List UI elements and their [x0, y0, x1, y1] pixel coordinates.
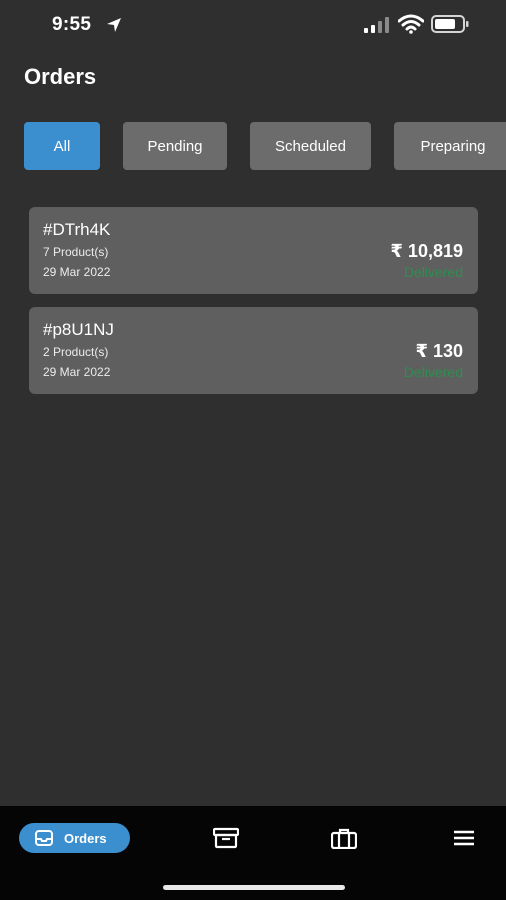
- order-amount: ₹ 130: [415, 341, 463, 361]
- order-amount: ₹ 10,819: [390, 241, 463, 261]
- order-id: #DTrh4K: [43, 220, 111, 239]
- order-date: 29 Mar 2022: [43, 365, 111, 379]
- briefcase-icon[interactable]: [331, 827, 357, 849]
- page-title: Orders: [24, 64, 97, 89]
- tab-orders[interactable]: Orders: [19, 823, 130, 853]
- cellular-signal-icon: [364, 17, 389, 33]
- filter-preparing-button[interactable]: Preparing: [394, 122, 506, 170]
- status-time: 9:55: [52, 14, 92, 35]
- order-filter-tabs: All Pending Scheduled Preparing: [24, 122, 506, 172]
- filter-label: Preparing: [420, 137, 486, 155]
- wifi-icon: [398, 14, 424, 34]
- filter-label: All: [53, 137, 71, 155]
- battery-icon: [431, 15, 469, 33]
- order-date: 29 Mar 2022: [43, 265, 111, 279]
- home-indicator[interactable]: [163, 885, 345, 890]
- order-card[interactable]: #p8U1NJ 2 Product(s) 29 Mar 2022 ₹ 130 D…: [29, 307, 478, 394]
- order-product-count: 2 Product(s): [43, 345, 109, 359]
- order-status: Delivered: [403, 264, 463, 280]
- order-product-count: 7 Product(s): [43, 245, 109, 259]
- status-bar: 9:55: [0, 0, 506, 50]
- filter-pending-button[interactable]: Pending: [123, 122, 227, 170]
- filter-label: Pending: [147, 137, 203, 155]
- menu-icon[interactable]: [452, 827, 478, 849]
- order-card[interactable]: #DTrh4K 7 Product(s) 29 Mar 2022 ₹ 10,81…: [29, 207, 478, 294]
- order-status: Delivered: [403, 364, 463, 380]
- archive-icon[interactable]: [213, 827, 239, 849]
- tab-orders-label: Orders: [64, 830, 107, 846]
- order-id: #p8U1NJ: [43, 320, 114, 339]
- location-arrow-icon: [107, 18, 121, 32]
- filter-scheduled-button[interactable]: Scheduled: [250, 122, 371, 170]
- filter-all-button[interactable]: All: [24, 122, 100, 170]
- inbox-icon: [35, 830, 53, 846]
- filter-label: Scheduled: [275, 137, 346, 155]
